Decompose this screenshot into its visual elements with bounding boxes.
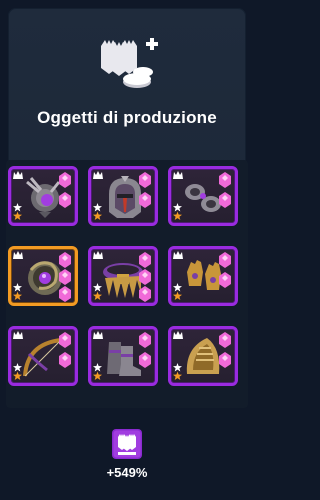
rank-star-icon [13,283,22,300]
production-bonus-icon [112,429,142,459]
gem-slots-icon [59,252,71,302]
gem-slots-icon [59,172,71,208]
rank-star-icon [93,363,102,380]
item-slot-helmet[interactable] [88,166,158,226]
gem-slots-icon [219,172,231,208]
rank-star-icon [173,283,182,300]
item-slot-shoulder-armor[interactable] [168,326,238,386]
gem-slots-icon [219,252,231,288]
rank-star-icon [173,203,182,220]
item-slot-boots[interactable] [88,326,158,386]
item-slot-ring[interactable] [8,246,78,306]
rank-star-icon [13,203,22,220]
item-slot-amulet[interactable] [8,166,78,226]
rank-star-icon [13,363,22,380]
gem-slots-icon [59,332,71,368]
page-title: Oggetti di produzione [37,108,217,127]
item-slot-bracers[interactable] [168,166,238,226]
gem-slots-icon [219,332,231,368]
production-items-icon [101,38,158,88]
production-bonus-value: +549% [106,465,148,480]
gem-slots-icon [139,252,151,302]
gem-slots-icon [139,172,151,208]
gem-slots-icon [139,332,151,368]
item-slot-gloves[interactable] [168,246,238,306]
rank-star-icon [93,283,102,300]
item-slot-belt[interactable] [88,246,158,306]
item-slot-bow[interactable] [8,326,78,386]
rank-star-icon [93,203,102,220]
rank-star-icon [173,363,182,380]
